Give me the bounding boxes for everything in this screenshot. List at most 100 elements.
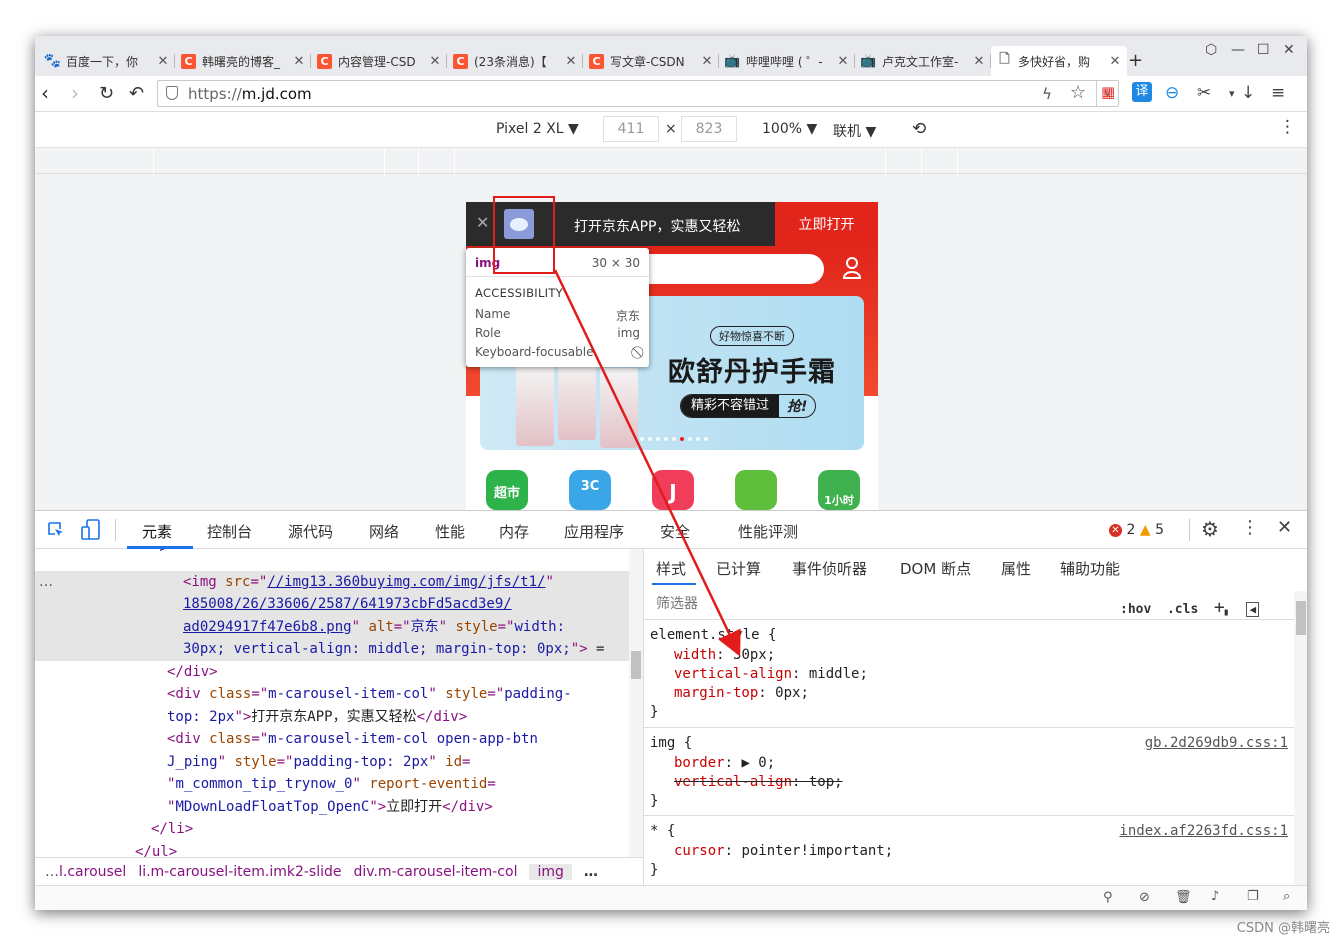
trash-icon[interactable]: 🗑 [1175,890,1192,905]
rule-selector[interactable]: element.style { [650,626,776,646]
style-declaration[interactable]: margin-top: 0px; [674,684,809,704]
more-vert-icon[interactable]: ⋮ [1279,117,1296,137]
undo-icon[interactable]: ↶ [129,83,144,104]
styles-tab[interactable]: 已计算 [716,558,761,579]
style-toggles[interactable]: :hov .cls +▖ ◀ [1120,597,1260,618]
close-tab-icon[interactable]: ✕ [291,54,307,69]
rotate-icon[interactable]: ⟲ [912,119,926,139]
width-input[interactable]: 411 [603,116,659,142]
rule-selector[interactable]: img { [650,734,692,754]
forward-icon[interactable]: › [71,81,79,105]
close-tab-icon[interactable]: ✕ [563,54,579,69]
menu-icon[interactable]: ≡ [1271,83,1285,103]
gear-icon[interactable]: ⚙ [1201,517,1219,541]
translate-icon[interactable]: 译 [1132,82,1152,102]
img-src-link-1[interactable]: //img13.360buyimg.com/img/jfs/t1/ [267,574,545,590]
dom-line[interactable]: </div> [167,661,218,684]
devtools-tab[interactable]: 源代码 [288,521,333,542]
devtools-tab[interactable]: 应用程序 [564,521,624,542]
network-select[interactable]: 联机 ▼ [833,121,876,141]
category-basket[interactable] [735,470,777,510]
speaker-icon[interactable]: ♪ [1211,889,1219,904]
rule-selector[interactable]: * { [650,822,675,842]
devtools-tab[interactable]: 安全 [660,521,690,542]
category-1hour[interactable]: 1小时 [818,470,860,510]
dom-scrollbar[interactable] [629,549,643,857]
breadcrumb-item[interactable]: div.m-carousel-item-col [354,864,518,880]
styles-tab[interactable]: 辅助功能 [1060,558,1120,579]
dom-line[interactable]: <div class="m-carousel-item-col open-app… [167,728,538,751]
breadcrumb-item[interactable]: li.m-carousel-item.imk2-slide [138,864,341,880]
search-icon[interactable]: ⌕ [1283,889,1290,904]
dom-line-img[interactable]: <img src="//img13.360buyimg.com/img/jfs/… [183,571,554,594]
open-app-button[interactable]: 立即打开 [775,202,878,246]
styles-tab[interactable]: 属性 [1001,558,1031,579]
maximize-button[interactable]: ☐ [1257,42,1270,58]
style-declaration[interactable]: border: ▶ 0; [674,754,775,774]
browser-tab[interactable]: C (23条消息)【 ✕ [447,46,583,76]
adblock-icon[interactable]: ⊖ [1165,83,1179,103]
devtools-tab[interactable]: 网络 [369,521,399,542]
scissors-menu-icon[interactable]: ▾ [1229,87,1235,100]
dom-line[interactable]: J_ping" style="padding-top: 2px" id= [167,751,470,774]
browser-tab[interactable]: 🐾 百度一下，你 ✕ [39,46,175,76]
apps-icon[interactable]: ▦ [1101,83,1115,101]
close-tab-icon[interactable]: ✕ [971,54,987,69]
style-rule[interactable]: * {index.af2263fd.css:1 cursor: pointer!i… [644,815,1294,885]
star-icon[interactable]: ☆ [1070,82,1086,103]
dom-line[interactable]: </ul> [135,841,177,857]
dom-line[interactable]: <div class="m-carousel-item-col" style="… [167,683,572,706]
lightning-icon[interactable]: ϟ [1042,85,1052,103]
more-vert-icon[interactable]: ⋮ [1241,517,1259,538]
breadcrumb-overflow-icon[interactable]: … [584,864,598,880]
minimize-button[interactable]: — [1231,42,1245,58]
dom-line[interactable]: top: 2px">打开京东APP，实惠又轻松</div> [167,706,467,729]
browser-tab[interactable]: C 内容管理-CSD ✕ [311,46,447,76]
scissors-icon[interactable]: ✂ [1197,83,1211,103]
node-ellipsis-icon[interactable]: … [39,571,53,594]
styles-tab[interactable]: 样式 [656,558,686,579]
devtools-tab[interactable]: 性能 [435,521,465,542]
close-tab-icon[interactable]: ✕ [427,54,443,69]
issues-counter[interactable]: ✕ 2 ▲ 5 [1109,522,1164,538]
browser-tab[interactable]: 🗋 多快好省，购 ✕ [991,46,1127,76]
close-devtools-icon[interactable]: ✕ [1277,517,1292,538]
breadcrumb-more-icon[interactable]: … [45,864,59,880]
category-3c[interactable]: 3C [569,470,611,510]
device-mode-icon[interactable] [81,519,101,541]
styles-tab[interactable]: 事件侦听器 [792,558,867,579]
img-src-link-2[interactable]: 185008/26/33606/2587/641973cbFd5acd3e9/ [183,596,512,612]
dom-line[interactable]: </li> [151,818,193,841]
style-declaration[interactable]: vertical-align: middle; [674,665,868,685]
inspect-icon[interactable] [47,521,65,539]
back-icon[interactable]: ‹ [41,81,49,105]
rule-source-link[interactable]: gb.2d269db9.css:1 [1145,734,1288,754]
user-icon[interactable] [842,256,862,280]
style-rule[interactable]: element.style {width: 30px; vertical-alig… [644,619,1294,727]
no-entry-icon[interactable]: ⊘ [1139,890,1150,905]
pin-icon[interactable]: ⚲ [1103,890,1113,905]
devtools-tab[interactable]: 内存 [499,521,529,542]
close-window-button[interactable]: ✕ [1283,42,1295,58]
close-tab-icon[interactable]: ✕ [155,54,171,69]
browser-tab[interactable]: C 写文章-CSDN ✕ [583,46,719,76]
style-declaration[interactable]: width: 30px; [674,646,775,666]
new-tab-button[interactable]: + [1128,50,1143,71]
close-tab-icon[interactable]: ✕ [699,54,715,69]
style-declaration[interactable]: cursor: pointer!important; [674,842,893,862]
reload-icon[interactable]: ↻ [99,83,114,104]
close-tab-icon[interactable]: ✕ [835,54,851,69]
window-icon[interactable]: ❐ [1247,889,1259,904]
breadcrumb-item[interactable]: img [529,863,572,880]
browser-tab[interactable]: C 韩曙亮的博客_ ✕ [175,46,311,76]
dom-line[interactable]: "m_common_tip_trynow_0" report-eventid= [167,773,496,796]
download-icon[interactable]: ↓ [1241,83,1255,103]
skin-icon[interactable]: ⬡ [1205,42,1217,58]
styles-tab[interactable]: DOM 断点 [900,558,971,579]
devtools-tab[interactable]: 控制台 [207,521,252,542]
category-supermarket[interactable]: 超市 [486,470,528,510]
devtools-tab[interactable]: 元素 [142,521,172,542]
breadcrumb-item[interactable]: l.carousel [59,864,126,880]
style-declaration[interactable]: vertical-align: top; [674,773,843,793]
browser-tab[interactable]: 📺 卢克文工作室- ✕ [855,46,991,76]
